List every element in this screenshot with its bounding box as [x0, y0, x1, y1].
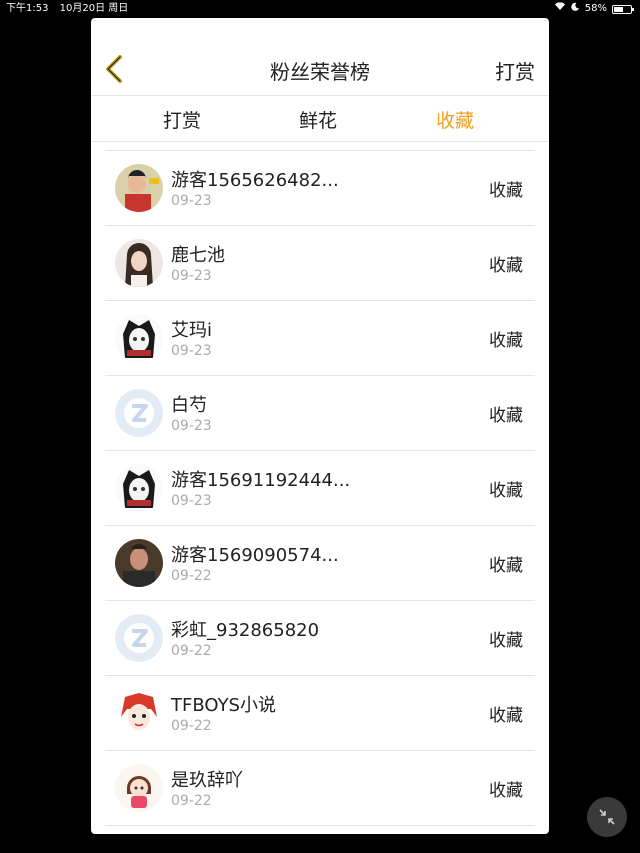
list-item[interactable]: 游客1565626482... 09-23 收藏 [105, 151, 535, 226]
avatar-image [115, 464, 163, 512]
avatar[interactable] [115, 389, 163, 437]
default-avatar-icon [115, 614, 163, 662]
date-label: 09-23 [171, 268, 212, 284]
action-label: 收藏 [489, 481, 523, 501]
status-time: 下午1:53 [6, 3, 49, 14]
user-name: 白芍 [171, 395, 207, 416]
panel-header: 粉丝荣誉榜 打赏 [91, 18, 549, 96]
user-name: 游客15691192444... [171, 470, 351, 491]
date-label: 09-22 [171, 568, 212, 584]
list-item[interactable]: 彩虹_932865820 09-22 收藏 [105, 601, 535, 676]
avatar[interactable] [115, 539, 163, 587]
avatar[interactable] [115, 464, 163, 512]
collapse-arrows-icon [599, 809, 615, 825]
action-label: 收藏 [489, 406, 523, 426]
avatar-image [115, 239, 163, 287]
avatar[interactable] [115, 239, 163, 287]
avatar-image [115, 539, 163, 587]
avatar-image [115, 689, 163, 737]
tip-button[interactable]: 打赏 [495, 56, 535, 85]
user-name: 是玖辞吖 [171, 770, 243, 791]
user-name: 游客1569090574... [171, 545, 339, 566]
user-name: 艾玛i [171, 320, 213, 341]
collapse-button[interactable] [587, 797, 627, 837]
action-label: 收藏 [489, 706, 523, 726]
avatar-image [115, 314, 163, 362]
tab-tip[interactable]: 打赏 [163, 106, 201, 133]
fan-honor-panel: 粉丝荣誉榜 打赏 打赏 鲜花 收藏 游客1565626482... 09-23 收藏… [91, 18, 549, 834]
battery-percent: 58% [584, 3, 607, 14]
date-label: 09-23 [171, 418, 212, 434]
user-name: 鹿七池 [171, 245, 225, 266]
avatar-image [115, 764, 163, 812]
action-label: 收藏 [489, 781, 523, 801]
action-label: 收藏 [489, 181, 523, 201]
date-label: 09-22 [171, 793, 212, 809]
battery-icon [612, 4, 634, 14]
avatar[interactable] [115, 689, 163, 737]
status-date: 10月20日 周日 [59, 3, 129, 14]
wifi-icon [554, 0, 566, 18]
list-item[interactable]: 游客1569090574... 09-22 收藏 [105, 526, 535, 601]
user-name: 彩虹_932865820 [171, 620, 320, 641]
date-label: 09-22 [171, 718, 212, 734]
list-item[interactable]: TFBOYS小说 09-22 收藏 [105, 676, 535, 751]
list-item[interactable]: 白芍 09-23 收藏 [105, 376, 535, 451]
action-label: 收藏 [489, 331, 523, 351]
moon-icon [571, 0, 580, 18]
date-label: 09-22 [171, 643, 212, 659]
fan-list: 游客1565626482... 09-23 收藏 鹿七池 09-23 收藏 艾玛i 09-23… [105, 150, 535, 826]
default-avatar-icon [115, 389, 163, 437]
list-item[interactable]: 游客15691192444... 09-23 收藏 [105, 451, 535, 526]
user-name: 游客1565626482... [171, 170, 339, 191]
status-bar: 下午1:53 10月20日 周日 58% [0, 0, 640, 18]
list-item[interactable]: 是玖辞吖 09-22 收藏 [105, 751, 535, 826]
avatar[interactable] [115, 764, 163, 812]
action-label: 收藏 [489, 631, 523, 651]
list-item[interactable]: 艾玛i 09-23 收藏 [105, 301, 535, 376]
date-label: 09-23 [171, 343, 212, 359]
date-label: 09-23 [171, 493, 212, 509]
action-label: 收藏 [489, 256, 523, 276]
tab-favorites[interactable]: 收藏 [436, 106, 474, 133]
user-name: TFBOYS小说 [171, 695, 276, 716]
list-item[interactable]: 鹿七池 09-23 收藏 [105, 226, 535, 301]
avatar-image [115, 164, 163, 212]
avatar[interactable] [115, 164, 163, 212]
date-label: 09-23 [171, 193, 212, 209]
tab-bar: 打赏 鲜花 收藏 [91, 96, 549, 142]
avatar[interactable] [115, 314, 163, 362]
tab-flowers[interactable]: 鲜花 [299, 106, 337, 133]
action-label: 收藏 [489, 556, 523, 576]
avatar[interactable] [115, 614, 163, 662]
page-title: 粉丝荣誉榜 [270, 60, 370, 84]
